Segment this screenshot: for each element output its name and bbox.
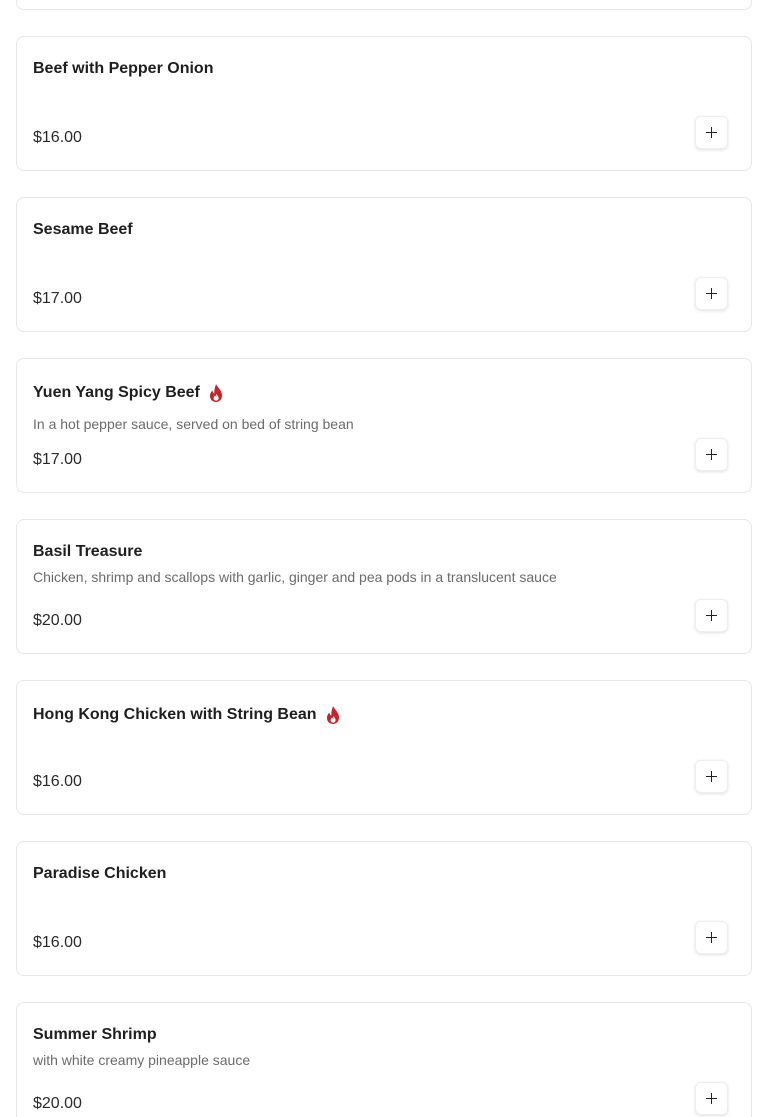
plus-icon <box>706 932 717 943</box>
item-name: Hong Kong Chicken with String Bean <box>33 705 341 725</box>
item-price: $20.00 <box>33 612 82 629</box>
menu-item-card[interactable]: Summer Shrimp with white creamy pineappl… <box>16 1002 752 1117</box>
add-item-button[interactable] <box>695 116 728 149</box>
menu-list: Beef with Pepper Onion $16.00 Sesame Bee… <box>0 0 770 1117</box>
spicy-flame-icon <box>209 384 222 402</box>
item-name-text: Hong Kong Chicken with String Bean <box>33 706 317 723</box>
plus-icon <box>706 771 717 782</box>
item-description: with white creamy pineapple sauce <box>33 1052 251 1068</box>
add-item-button[interactable] <box>695 921 728 954</box>
add-item-button[interactable] <box>695 760 728 793</box>
item-price: $16.00 <box>33 129 82 146</box>
item-name-text: Yuen Yang Spicy Beef <box>33 384 200 401</box>
item-price: $17.00 <box>33 290 82 307</box>
plus-icon <box>706 449 717 460</box>
plus-icon <box>706 1093 717 1104</box>
item-price: $16.00 <box>33 773 82 790</box>
add-item-button[interactable] <box>695 599 728 632</box>
item-name-text: Summer Shrimp <box>33 1026 157 1043</box>
menu-item-card[interactable]: Yuen Yang Spicy Beef In a hot pepper sau… <box>16 358 752 493</box>
item-name: Summer Shrimp <box>33 1026 157 1044</box>
menu-item-card[interactable]: Basil Treasure Chicken, shrimp and scall… <box>16 519 752 654</box>
plus-icon <box>706 127 717 138</box>
menu-item-card[interactable]: Sesame Beef $17.00 <box>16 197 752 332</box>
item-price: $17.00 <box>33 451 82 468</box>
add-item-button[interactable] <box>695 438 728 471</box>
item-name-text: Paradise Chicken <box>33 865 167 882</box>
item-name: Sesame Beef <box>33 221 133 239</box>
item-name: Basil Treasure <box>33 543 142 561</box>
item-price: $16.00 <box>33 934 82 951</box>
item-name: Yuen Yang Spicy Beef <box>33 383 224 403</box>
item-description: In a hot pepper sauce, served on bed of … <box>33 416 354 432</box>
plus-icon <box>706 610 717 621</box>
menu-item-card-partial <box>16 0 752 10</box>
item-name-text: Sesame Beef <box>33 221 133 238</box>
item-name-text: Basil Treasure <box>33 543 143 560</box>
menu-item-card[interactable]: Hong Kong Chicken with String Bean $16.0… <box>16 680 752 815</box>
item-description: Chicken, shrimp and scallops with garlic… <box>33 569 557 585</box>
menu-item-card[interactable]: Beef with Pepper Onion $16.00 <box>16 36 752 171</box>
item-price: $20.00 <box>33 1095 82 1112</box>
item-name: Paradise Chicken <box>33 865 166 883</box>
item-name: Beef with Pepper Onion <box>33 60 213 78</box>
add-item-button[interactable] <box>695 277 728 310</box>
menu-item-card[interactable]: Paradise Chicken $16.00 <box>16 841 752 976</box>
plus-icon <box>706 288 717 299</box>
add-item-button[interactable] <box>695 1082 728 1115</box>
item-name-text: Beef with Pepper Onion <box>33 60 214 77</box>
spicy-flame-icon <box>326 706 339 724</box>
